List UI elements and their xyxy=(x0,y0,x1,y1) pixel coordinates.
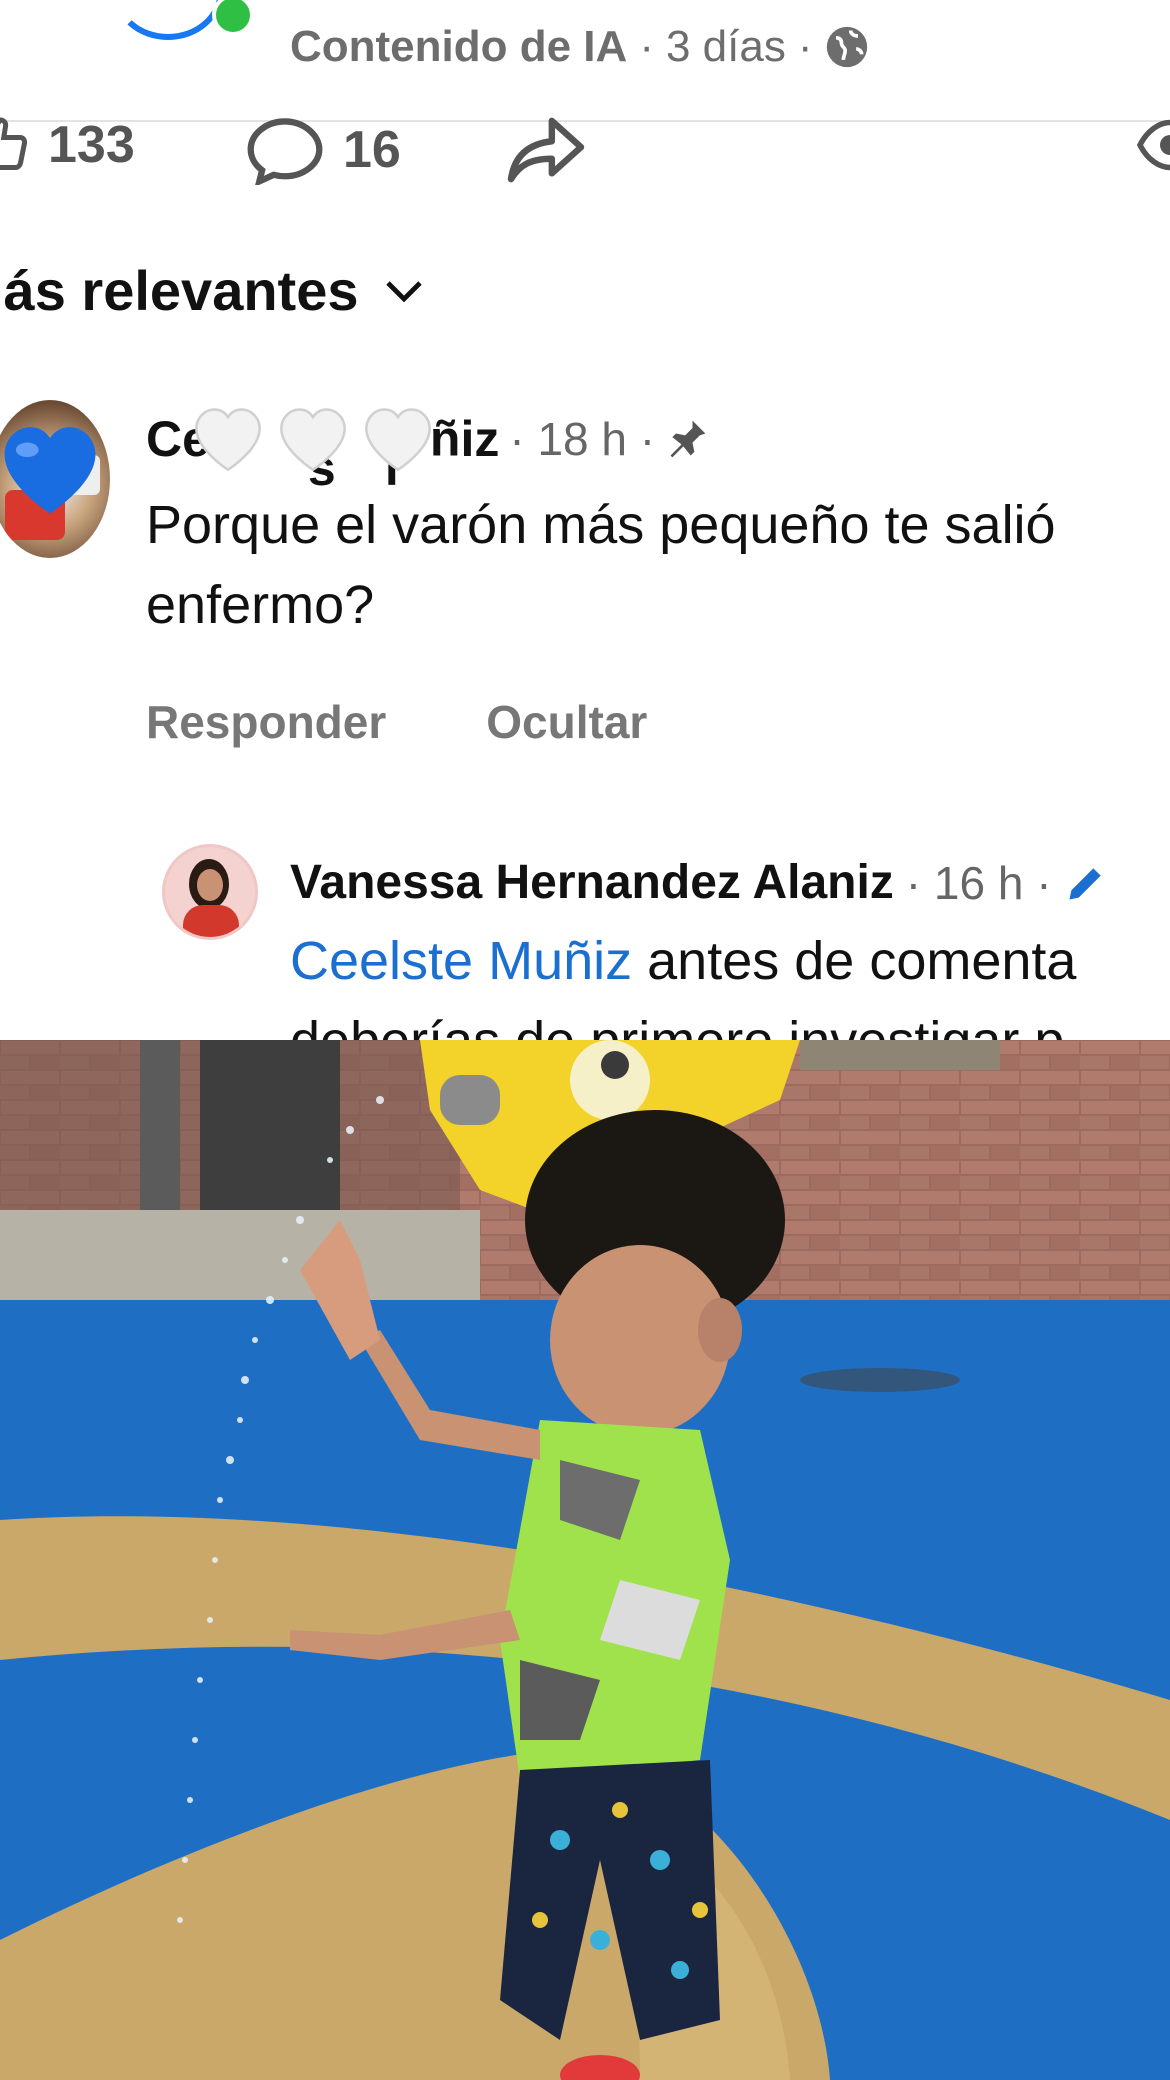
hide-button[interactable]: Ocultar xyxy=(486,695,647,749)
comment-button[interactable]: 16 xyxy=(245,115,401,185)
reply-text: Ceelste Muñiz antes de comenta xyxy=(290,930,1076,992)
white-heart-emoji-icon xyxy=(365,408,431,472)
comment-text: Porque el varón más pequeño te salió enf… xyxy=(146,495,1056,635)
like-count: 133 xyxy=(48,116,135,174)
post-photo[interactable] xyxy=(0,1040,1170,2080)
meta-separator-2: · xyxy=(797,22,813,71)
white-heart-emoji-icon xyxy=(280,408,346,472)
comment-sort-dropdown[interactable]: lás relevantes xyxy=(0,258,424,323)
white-heart-emoji-icon xyxy=(195,408,261,472)
photo-child-splash-pad xyxy=(0,1040,1170,2080)
reply-author[interactable]: Vanessa Hernandez Alaniz · 16 h · xyxy=(290,855,1108,910)
page-avatar[interactable] xyxy=(112,0,224,40)
reply-text-body: antes de comenta xyxy=(632,931,1077,991)
eye-icon xyxy=(1136,119,1170,171)
pin-icon xyxy=(670,420,706,458)
sort-label: lás relevantes xyxy=(0,259,359,322)
chevron-down-icon xyxy=(386,280,423,302)
comment-time: · 18 h · xyxy=(509,413,656,465)
reply-author-name: Vanessa Hernandez Alaniz xyxy=(290,856,894,909)
reply-button[interactable]: Responder xyxy=(146,695,386,749)
share-arrow-icon xyxy=(507,117,585,183)
post-time: 3 días xyxy=(665,22,786,71)
comment-bubble-icon xyxy=(247,118,323,185)
reactions-bar: 133 16 xyxy=(0,115,1170,195)
reply-mention[interactable]: Ceelste Muñiz xyxy=(290,931,632,991)
share-button[interactable] xyxy=(505,115,587,185)
edit-pencil-icon xyxy=(1069,867,1101,899)
comment-count: 16 xyxy=(343,121,401,179)
post-header: Contenido de IA · 3 días · xyxy=(0,0,1170,122)
globe-icon xyxy=(826,26,867,68)
reply-text-line-2: deberías de primero investigar p xyxy=(290,1010,1064,1040)
online-status-dot xyxy=(212,0,254,36)
ai-content-label[interactable]: Contenido de IA xyxy=(290,22,627,72)
like-button[interactable]: 133 xyxy=(0,115,135,175)
thumbs-up-icon xyxy=(0,117,28,170)
post-meta: Contenido de IA · 3 días · xyxy=(290,22,869,72)
views-button[interactable] xyxy=(1135,115,1170,175)
comment-actions: Responder Ocultar xyxy=(146,695,647,749)
reply-author-avatar[interactable] xyxy=(162,844,258,940)
meta-separator: · xyxy=(639,22,654,71)
commenter-name-part-4: ñiz xyxy=(429,411,500,467)
reply-time: · 16 h · xyxy=(905,856,1052,909)
blue-heart-emoji-icon xyxy=(4,427,96,514)
